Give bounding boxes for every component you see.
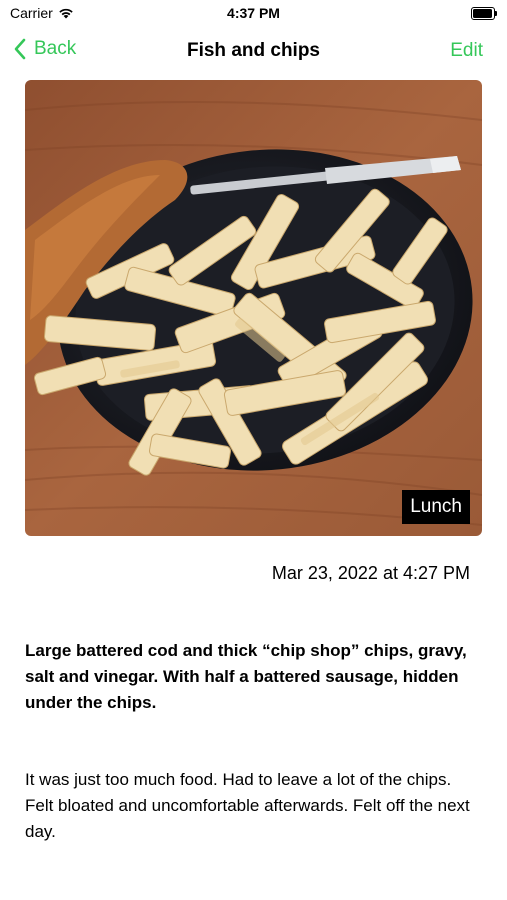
edit-button[interactable]: Edit [450,40,483,62]
fish-and-chips-image [25,80,482,536]
meal-detail-screen: Carrier 4:37 PM Back Fish and chips Edit [0,0,507,900]
battery-icon [471,7,497,20]
meal-notes: It was just too much food. Had to leave … [25,770,470,841]
meal-category-badge: Lunch [402,490,470,524]
status-time: 4:37 PM [227,5,280,21]
meal-description: Large battered cod and thick “chip shop”… [25,641,467,712]
navigation-bar: Back Fish and chips Edit [0,30,507,74]
status-bar: Carrier 4:37 PM [0,0,507,28]
meal-date: Mar 23, 2022 at 4:27 PM [271,563,470,583]
meal-photo: Lunch [25,80,482,536]
page-title: Fish and chips [186,40,321,61]
